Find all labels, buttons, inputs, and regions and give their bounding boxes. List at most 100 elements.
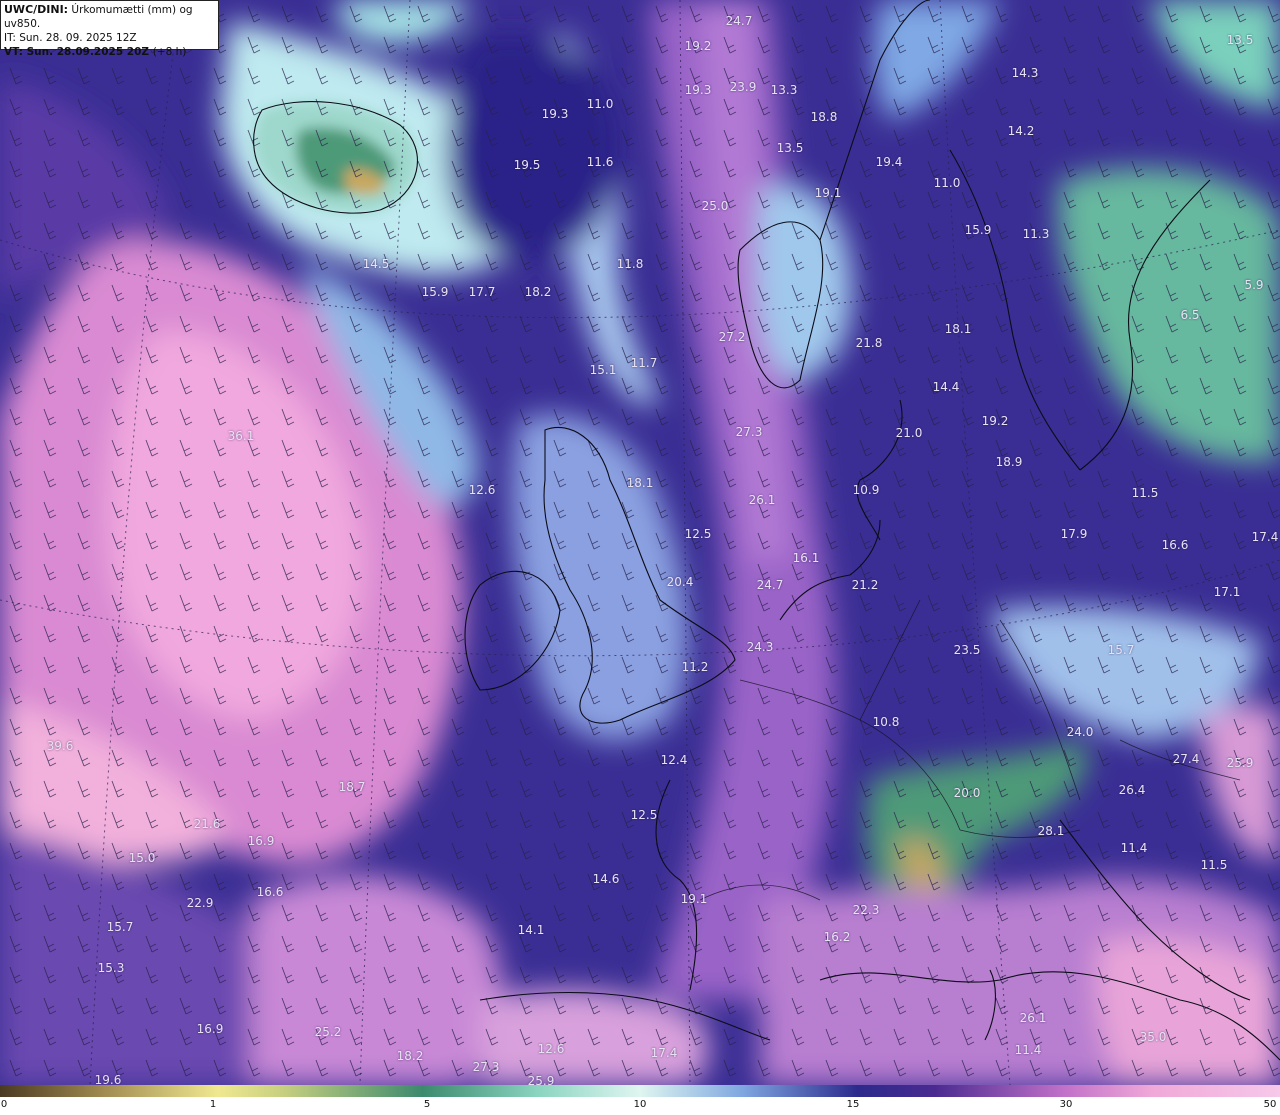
initial-time: IT: Sun. 28. 09. 2025 12Z [4, 32, 137, 44]
value-label: 19.5 [513, 158, 541, 172]
value-label: 10.9 [852, 483, 880, 497]
colorbar-tick: 10 [633, 1099, 647, 1110]
value-label: 18.7 [338, 780, 366, 794]
value-label: 25.9 [527, 1074, 555, 1085]
value-label: 17.4 [650, 1046, 678, 1060]
value-label: 14.2 [1007, 124, 1035, 138]
value-label: 5.9 [1244, 278, 1264, 292]
value-label: 16.2 [823, 930, 851, 944]
colorbar: 0 1 5 10 15 30 50 [0, 1085, 1280, 1115]
value-label: 22.9 [186, 896, 214, 910]
value-label: 16.9 [247, 834, 275, 848]
model-title: UWC/DINI: [4, 3, 69, 16]
value-label: 10.8 [872, 715, 900, 729]
value-label: 25.0 [701, 199, 729, 213]
value-label: 15.7 [106, 920, 134, 934]
colorbar-tick: 5 [423, 1099, 431, 1110]
colorbar-tick: 1 [209, 1099, 217, 1110]
value-label: 16.6 [256, 885, 284, 899]
value-label: 11.3 [1022, 227, 1050, 241]
value-label: 21.2 [851, 578, 879, 592]
value-label: 15.3 [97, 961, 125, 975]
value-label: 19.3 [684, 83, 712, 97]
value-label: 11.5 [1200, 858, 1228, 872]
value-label: 16.1 [792, 551, 820, 565]
value-label: 11.4 [1120, 841, 1148, 855]
value-label: 18.9 [995, 455, 1023, 469]
value-label: 21.0 [895, 426, 923, 440]
value-label: 14.3 [1011, 66, 1039, 80]
value-label: 11.7 [630, 356, 658, 370]
value-label: 12.5 [630, 808, 658, 822]
precipitable-water-map: 24.7 19.2 19.3 23.9 13.3 19.3 11.0 18.8 13.5 19.5… [0, 0, 1280, 1085]
value-label: 36.1 [227, 429, 255, 443]
value-label: 15.0 [128, 851, 156, 865]
value-label: 12.5 [684, 527, 712, 541]
value-label: 12.6 [468, 483, 496, 497]
value-label: 20.4 [666, 575, 694, 589]
value-label: 11.0 [933, 176, 961, 190]
value-label: 12.4 [660, 753, 688, 767]
value-label: 25.2 [314, 1025, 342, 1039]
value-label: 24.7 [725, 14, 753, 28]
value-label: 15.9 [421, 285, 449, 299]
value-label: 22.3 [852, 903, 880, 917]
value-label: 14.6 [592, 872, 620, 886]
value-label: 17.4 [1251, 530, 1279, 544]
value-label: 19.2 [684, 39, 712, 53]
value-label: 13.5 [1226, 33, 1254, 47]
value-label: 23.5 [953, 643, 981, 657]
value-label: 14.5 [362, 257, 390, 271]
value-label: 27.3 [735, 425, 763, 439]
value-label: 14.1 [517, 923, 545, 937]
value-label: 24.3 [746, 640, 774, 654]
value-label: 11.8 [616, 257, 644, 271]
value-label: 14.4 [932, 380, 960, 394]
value-label: 24.7 [756, 578, 784, 592]
value-label: 12.6 [537, 1042, 565, 1056]
value-label: 20.0 [953, 786, 981, 800]
value-label: 18.8 [810, 110, 838, 124]
value-label: 23.9 [729, 80, 757, 94]
value-label: 28.1 [1037, 824, 1065, 838]
value-label: 25.9 [1226, 756, 1254, 770]
value-label: 19.4 [875, 155, 903, 169]
value-label: 35.0 [1139, 1030, 1167, 1044]
value-label: 27.3 [472, 1060, 500, 1074]
value-label: 11.6 [586, 155, 614, 169]
value-label: 39.6 [46, 739, 74, 753]
map-background [0, 0, 1280, 1085]
value-label: 24.0 [1066, 725, 1094, 739]
value-label: 16.9 [196, 1022, 224, 1036]
map-info-box: UWC/DINI: Úrkomumætti (mm) og uv850. IT:… [0, 0, 219, 58]
colorbar-tick: 50 [1263, 1099, 1277, 1110]
value-label: 13.5 [776, 141, 804, 155]
value-label: 26.1 [1019, 1011, 1047, 1025]
value-label: 21.8 [855, 336, 883, 350]
value-label: 15.9 [964, 223, 992, 237]
value-label: 26.4 [1118, 783, 1146, 797]
value-label: 11.0 [586, 97, 614, 111]
forecast-step: (+8 h) [152, 46, 187, 58]
value-label: 26.1 [748, 493, 776, 507]
colorbar-tick: 0 [0, 1099, 8, 1110]
valid-time: VT: Sun. 28.09.2025 20Z [4, 46, 150, 58]
value-label: 17.7 [468, 285, 496, 299]
value-label: 19.1 [814, 186, 842, 200]
value-label: 19.3 [541, 107, 569, 121]
value-label: 19.1 [680, 892, 708, 906]
colorbar-tick: 15 [846, 1099, 860, 1110]
value-label: 15.1 [589, 363, 617, 377]
value-label: 19.6 [94, 1073, 122, 1085]
value-label: 17.9 [1060, 527, 1088, 541]
value-label: 6.5 [1180, 308, 1200, 322]
value-label: 18.2 [396, 1049, 424, 1063]
value-label: 27.4 [1172, 752, 1200, 766]
value-label: 19.2 [981, 414, 1009, 428]
colorbar-tick: 30 [1059, 1099, 1073, 1110]
value-label: 18.1 [626, 476, 654, 490]
value-label: 18.2 [524, 285, 552, 299]
value-label: 27.2 [718, 330, 746, 344]
value-label: 17.1 [1213, 585, 1241, 599]
value-label: 11.5 [1131, 486, 1159, 500]
